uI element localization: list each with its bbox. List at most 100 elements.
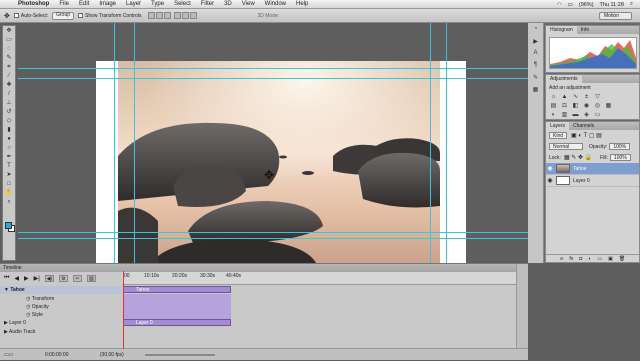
wifi-icon[interactable]: ◠ bbox=[554, 2, 565, 8]
brush-panel-icon[interactable]: ✎ bbox=[531, 74, 541, 83]
brush-tool-icon[interactable]: / bbox=[4, 90, 14, 98]
fill-field[interactable]: 100% bbox=[609, 154, 631, 161]
exposure-icon[interactable]: ± bbox=[582, 94, 591, 101]
auto-select-checkbox[interactable] bbox=[13, 13, 19, 18]
color-balance-icon[interactable]: ⚖ bbox=[560, 103, 569, 110]
clip-tahoe[interactable]: Tahoe bbox=[123, 286, 231, 293]
playhead[interactable] bbox=[123, 271, 124, 349]
guide-vertical[interactable] bbox=[446, 23, 447, 263]
brightness-icon[interactable]: ☼ bbox=[549, 94, 558, 101]
menu-3d[interactable]: 3D bbox=[219, 0, 237, 9]
curves-icon[interactable]: ∿ bbox=[571, 94, 580, 101]
photo-filter-icon[interactable]: ◉ bbox=[582, 103, 591, 110]
track-row-tahoe[interactable]: ▼ Tahoe bbox=[0, 286, 122, 294]
guide-vertical[interactable] bbox=[134, 23, 135, 263]
move-tool-icon[interactable]: ✥ bbox=[4, 27, 14, 35]
show-transform-checkbox[interactable] bbox=[78, 13, 84, 18]
clip-layer0[interactable]: Layer 0 bbox=[123, 319, 231, 326]
next-frame-icon[interactable]: ▶| bbox=[34, 275, 40, 282]
blur-tool-icon[interactable]: ● bbox=[4, 135, 14, 143]
quick-select-icon[interactable]: ✎ bbox=[4, 54, 14, 62]
auto-select-dropdown[interactable]: Group bbox=[52, 11, 75, 20]
delete-layer-icon[interactable]: 🗑 bbox=[619, 255, 625, 262]
clock[interactable]: Thu 11:28 bbox=[597, 2, 627, 8]
actions-panel-icon[interactable]: ▶ bbox=[531, 38, 541, 47]
guide-horizontal[interactable] bbox=[18, 68, 528, 69]
paragraph-panel-icon[interactable]: ¶ bbox=[531, 62, 541, 71]
pen-tool-icon[interactable]: ✒ bbox=[4, 153, 14, 161]
type-tool-icon[interactable]: T bbox=[4, 162, 14, 170]
clip-tahoe-body[interactable] bbox=[123, 294, 231, 319]
filter-icons[interactable]: ▣ ◐ T ▢ ▤ bbox=[571, 132, 602, 139]
layer-style-icon[interactable]: fx bbox=[569, 255, 573, 262]
render-settings-icon[interactable]: ⚙ bbox=[58, 275, 68, 282]
add-mask-icon[interactable]: ◘ bbox=[579, 255, 582, 262]
dodge-tool-icon[interactable]: ○ bbox=[4, 144, 14, 152]
timeline-scrollbar[interactable] bbox=[516, 264, 528, 348]
stopwatch-icon[interactable]: ◷ bbox=[26, 304, 30, 310]
healing-brush-icon[interactable]: ✚ bbox=[4, 81, 14, 89]
split-icon[interactable]: ✂ bbox=[72, 275, 82, 282]
link-layers-icon[interactable]: ∞ bbox=[560, 255, 564, 262]
stopwatch-icon[interactable]: ◷ bbox=[26, 296, 30, 302]
align-bottom-icon[interactable] bbox=[164, 12, 172, 19]
tab-layers[interactable]: Layers bbox=[546, 122, 570, 130]
track-row-transform[interactable]: ◷ Transform bbox=[0, 295, 122, 303]
lock-icons[interactable]: ▦ ✎ ✥ 🔒 bbox=[564, 154, 592, 161]
selective-color-icon[interactable]: ◈ bbox=[582, 112, 591, 119]
eraser-icon[interactable]: ◇ bbox=[4, 117, 14, 125]
track-row-layer0[interactable]: ▶ Layer 0 bbox=[0, 319, 122, 327]
new-group-icon[interactable]: ▭ bbox=[597, 255, 602, 262]
hand-tool-icon[interactable]: ✋ bbox=[4, 189, 14, 197]
menu-type[interactable]: Type bbox=[146, 0, 169, 9]
rectangle-tool-icon[interactable]: □ bbox=[4, 180, 14, 188]
align-top-icon[interactable] bbox=[148, 12, 156, 19]
tab-adjustments[interactable]: Adjustments bbox=[546, 75, 582, 83]
audio-icon[interactable]: ◀) bbox=[44, 275, 54, 282]
move-tool-icon[interactable]: ✥ bbox=[4, 12, 10, 20]
character-panel-icon[interactable]: A bbox=[531, 50, 541, 59]
visibility-eye-icon[interactable]: ◉ bbox=[546, 165, 554, 172]
layer-name[interactable]: Layer 0 bbox=[573, 178, 590, 184]
lasso-tool-icon[interactable]: ◌ bbox=[4, 45, 14, 53]
guide-horizontal[interactable] bbox=[18, 238, 528, 239]
guide-horizontal[interactable] bbox=[18, 78, 528, 79]
zoom-tool-icon[interactable]: ⌕ bbox=[4, 198, 14, 206]
marquee-tool-icon[interactable]: ▭ bbox=[4, 36, 14, 44]
tab-histogram[interactable]: Histogram bbox=[546, 26, 577, 34]
align-right-icon[interactable] bbox=[190, 12, 198, 19]
expand-icon[interactable]: ▶ bbox=[4, 320, 8, 326]
align-center-icon[interactable] bbox=[182, 12, 190, 19]
guide-horizontal[interactable] bbox=[18, 232, 528, 233]
menu-edit[interactable]: Edit bbox=[74, 0, 94, 9]
expand-icon[interactable]: ▶ bbox=[4, 329, 8, 335]
channel-mixer-icon[interactable]: ◎ bbox=[593, 103, 602, 110]
menu-file[interactable]: File bbox=[54, 0, 74, 9]
menu-layer[interactable]: Layer bbox=[121, 0, 146, 9]
track-row-audio[interactable]: ▶ Audio Track bbox=[0, 328, 122, 336]
menu-filter[interactable]: Filter bbox=[196, 0, 219, 9]
stopwatch-icon[interactable]: ◷ bbox=[26, 312, 30, 318]
battery-icon[interactable]: ▭ bbox=[565, 2, 576, 8]
swatches-panel-icon[interactable]: ▦ bbox=[531, 86, 541, 95]
history-panel-icon[interactable]: ◔ bbox=[531, 26, 541, 35]
levels-icon[interactable]: ▲ bbox=[560, 94, 569, 101]
gradient-icon[interactable]: ▮ bbox=[4, 126, 14, 134]
track-row-opacity[interactable]: ◷ Opacity bbox=[0, 303, 122, 311]
foreground-color-swatch[interactable] bbox=[5, 222, 12, 229]
stamp-tool-icon[interactable]: ⊥ bbox=[4, 99, 14, 107]
layer-row-layer0[interactable]: ◉ Layer 0 bbox=[546, 175, 639, 187]
document-canvas[interactable] bbox=[96, 61, 466, 267]
timeline-ruler[interactable]: 00 10:10s 20:20s 30:30s 40:40s bbox=[122, 272, 516, 285]
eyedropper-icon[interactable]: ⁄ bbox=[4, 72, 14, 80]
expand-icon[interactable]: ▼ bbox=[4, 287, 9, 293]
menu-view[interactable]: View bbox=[237, 0, 260, 9]
tab-channels[interactable]: Channels bbox=[569, 122, 598, 130]
track-row-style[interactable]: ◷ Style bbox=[0, 311, 122, 319]
menu-help[interactable]: Help bbox=[291, 0, 313, 9]
tab-info[interactable]: Info bbox=[577, 26, 593, 34]
blend-mode-dropdown[interactable]: Normal bbox=[549, 143, 583, 150]
threshold-icon[interactable]: ▬ bbox=[571, 112, 580, 119]
first-frame-icon[interactable]: ⏮ bbox=[4, 275, 9, 282]
black-white-icon[interactable]: ◧ bbox=[571, 103, 580, 110]
